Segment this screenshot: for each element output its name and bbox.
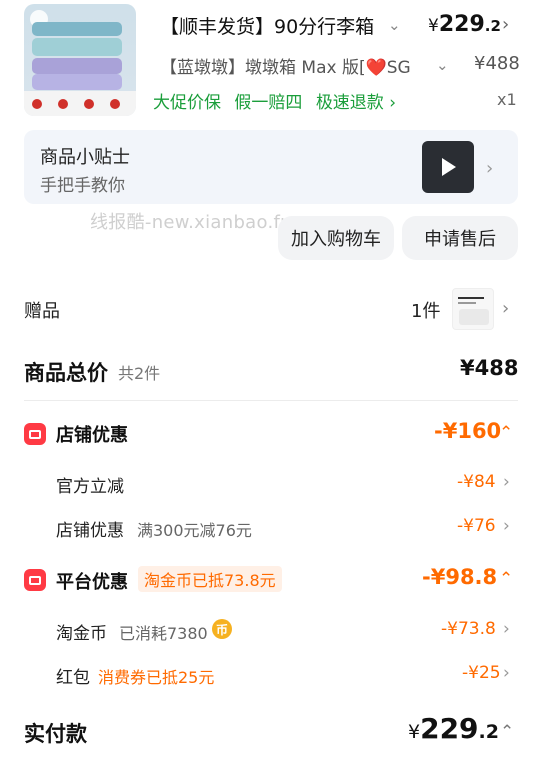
- store-coupon-label: 店铺优惠: [56, 521, 124, 541]
- service-tag: 大促价保: [153, 93, 221, 113]
- taojinbi-label: 淘金币: [56, 624, 107, 644]
- chevron-right-icon[interactable]: ›: [503, 472, 510, 492]
- play-icon: [442, 158, 456, 176]
- gift-thumb-line: [458, 302, 476, 304]
- chevron-right-icon[interactable]: ›: [503, 516, 510, 536]
- tips-subtitle: 手把手教你: [40, 176, 125, 196]
- gift-count: 1件: [411, 301, 441, 322]
- official-discount-label: 官方立减: [56, 477, 124, 497]
- product-price: ¥229.2: [428, 12, 501, 37]
- gift-thumb-line: [458, 297, 484, 299]
- feature-icon: [84, 99, 94, 109]
- store-discount-total: -¥160: [434, 419, 502, 443]
- product-title[interactable]: 【顺丰发货】90分行李箱: [160, 12, 380, 39]
- store-icon: [24, 423, 46, 445]
- redpack-label: 红包: [56, 668, 90, 688]
- payment-label: 实付款: [24, 722, 87, 746]
- total-item-count: 共2件: [118, 364, 161, 383]
- gift-label: 赠品: [24, 301, 60, 322]
- chevron-down-icon[interactable]: ⌄: [388, 16, 401, 34]
- chevron-down-icon[interactable]: ⌄: [436, 56, 449, 74]
- pay-decimal: .2: [478, 721, 499, 743]
- chevron-up-icon[interactable]: ⌃: [500, 722, 514, 742]
- gift-thumb-box: [459, 309, 489, 325]
- chevron-right-icon[interactable]: ›: [502, 14, 509, 35]
- watermark: 线报酷-new.xianbao.fun: [90, 212, 304, 233]
- suitcase-shape: [32, 74, 122, 90]
- suitcase-shape: [32, 22, 122, 36]
- price-integer: 229: [438, 12, 485, 37]
- feature-icon: [58, 99, 68, 109]
- chevron-up-icon[interactable]: ⌃: [499, 569, 513, 589]
- currency-symbol: ¥: [408, 721, 421, 743]
- service-tags[interactable]: 大促价保 假一赔四 极速退款 ›: [153, 88, 404, 113]
- total-price-label: 商品总价: [24, 361, 108, 385]
- coin-icon: 币: [212, 619, 232, 639]
- service-tag: 极速退款 ›: [315, 93, 397, 113]
- price-decimal: .2: [484, 17, 501, 35]
- taojinbi-sub: 已消耗7380: [119, 624, 208, 643]
- video-thumbnail[interactable]: [422, 141, 474, 193]
- feature-icon: [110, 99, 120, 109]
- platform-icon: [24, 569, 46, 591]
- store-coupon-value: -¥76: [457, 516, 496, 536]
- divider: [24, 400, 518, 401]
- feature-icon: [32, 99, 42, 109]
- chevron-right-icon[interactable]: ›: [486, 158, 493, 179]
- chevron-right-icon[interactable]: ›: [503, 619, 510, 639]
- product-thumbnail[interactable]: [24, 4, 136, 116]
- redpack-sub: 消费券已抵25元: [98, 668, 215, 687]
- quantity: x1: [497, 90, 517, 109]
- coin-deduct-badge: 淘金币已抵73.8元: [138, 566, 282, 592]
- chevron-up-icon[interactable]: ⌃: [499, 423, 513, 443]
- suitcase-shape: [32, 38, 122, 56]
- service-tag: 假一赔四: [234, 93, 303, 113]
- official-discount-value: -¥84: [457, 472, 496, 492]
- platform-discount-total: -¥98.8: [422, 565, 498, 589]
- platform-discount-title: 平台优惠: [56, 572, 128, 593]
- total-price-value: ¥488: [460, 356, 519, 380]
- tips-title: 商品小贴士: [40, 147, 130, 168]
- after-sale-button[interactable]: 申请售后: [402, 216, 518, 260]
- currency-symbol: ¥: [428, 16, 439, 36]
- payment-value: ¥229.2: [408, 712, 499, 745]
- store-discount-title: 店铺优惠: [56, 425, 128, 446]
- pay-integer: 229: [420, 712, 479, 745]
- redpack-value: -¥25: [462, 663, 501, 683]
- chevron-right-icon[interactable]: ›: [502, 298, 509, 319]
- gift-thumbnail[interactable]: [452, 288, 494, 330]
- add-to-cart-button[interactable]: 加入购物车: [278, 216, 394, 260]
- chevron-right-icon[interactable]: ›: [503, 663, 510, 683]
- store-coupon-sub: 满300元减76元: [137, 521, 252, 540]
- suitcase-shape: [32, 58, 122, 74]
- taojinbi-value: -¥73.8: [441, 619, 496, 639]
- original-price: ¥488: [474, 53, 520, 74]
- product-spec[interactable]: 【蓝墩墩】墩墩箱 Max 版[❤️SG: [160, 53, 425, 78]
